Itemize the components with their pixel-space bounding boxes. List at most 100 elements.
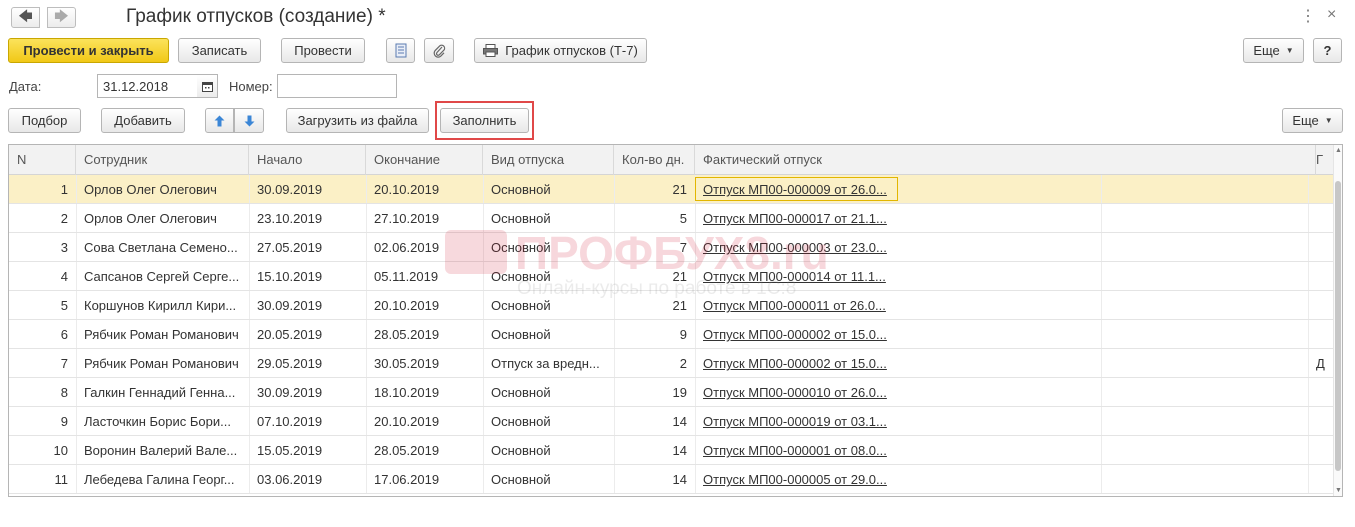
- forward-button[interactable]: 🡆: [47, 7, 76, 28]
- scroll-down-icon[interactable]: ▼: [1334, 487, 1342, 494]
- cell-employee: Сова Светлана Семено...: [84, 240, 238, 255]
- caret-down-icon: ▼: [1324, 116, 1333, 125]
- table-more-button[interactable]: Еще ▼: [1282, 108, 1343, 133]
- post-and-close-button[interactable]: Провести и закрыть: [8, 38, 169, 63]
- attachments-button[interactable]: [424, 38, 454, 63]
- table-row[interactable]: 5 Коршунов Кирилл Кири... 30.09.2019 20.10.…: [9, 291, 1334, 320]
- load-from-file-button[interactable]: Загрузить из файла: [286, 108, 429, 133]
- back-button[interactable]: 🡄: [11, 7, 40, 28]
- column-divider: [1101, 291, 1102, 319]
- cell-start: 20.05.2019: [257, 327, 323, 342]
- cell-start: 15.10.2019: [257, 269, 323, 284]
- vacation-schedule-table[interactable]: N Сотрудник Начало Окончание Вид отпуска…: [8, 144, 1343, 497]
- cell-days: 7: [679, 240, 687, 255]
- calendar-button[interactable]: [197, 74, 218, 98]
- scroll-up-icon[interactable]: ▲: [1334, 147, 1342, 154]
- table-row[interactable]: 10 Воронин Валерий Вале... 15.05.2019 28.05…: [9, 436, 1334, 465]
- column-header-extra[interactable]: Г: [1308, 145, 1334, 175]
- more-menu-icon[interactable]: ⋮: [1300, 6, 1316, 26]
- print-t7-label: График отпусков (Т-7): [505, 43, 638, 58]
- cell-actual-vacation[interactable]: Отпуск МП00-000014 от 11.1...: [695, 262, 898, 290]
- cell-vacation-type: Основной: [491, 472, 551, 487]
- cell-employee: Орлов Олег Олегович: [84, 182, 217, 197]
- cell-vacation-type: Отпуск за вредн...: [491, 356, 600, 371]
- table-row[interactable]: 8 Галкин Геннадий Генна... 30.09.2019 18.10…: [9, 378, 1334, 407]
- cell-end: 18.10.2019: [374, 385, 440, 400]
- help-button[interactable]: ?: [1313, 38, 1342, 63]
- cell-actual-vacation[interactable]: Отпуск МП00-000002 от 15.0...: [695, 349, 898, 377]
- cell-start: 23.10.2019: [257, 211, 323, 226]
- column-divider: [1101, 262, 1102, 290]
- more-button[interactable]: Еще ▼: [1243, 38, 1304, 63]
- cell-days: 21: [672, 269, 687, 284]
- cell-extra: [1308, 262, 1334, 290]
- save-button[interactable]: Записать: [178, 38, 261, 63]
- cell-n: 2: [60, 211, 68, 226]
- table-row[interactable]: 11 Лебедева Галина Георг... 03.06.2019 17.0…: [9, 465, 1334, 494]
- arrow-right-icon: 🡆: [54, 7, 69, 24]
- date-input[interactable]: 31.12.2018: [97, 74, 198, 98]
- move-up-button[interactable]: [205, 108, 234, 133]
- cell-end: 30.05.2019: [374, 356, 440, 371]
- cell-extra: [1308, 407, 1334, 435]
- column-divider: [1101, 378, 1102, 406]
- fill-button[interactable]: Заполнить: [440, 108, 529, 133]
- cell-end: 28.05.2019: [374, 327, 440, 342]
- cell-actual-vacation[interactable]: Отпуск МП00-000009 от 26.0...: [695, 177, 898, 201]
- cell-actual-vacation[interactable]: Отпуск МП00-000010 от 26.0...: [695, 378, 898, 406]
- arrow-up-icon: [214, 115, 225, 126]
- add-row-button[interactable]: Добавить: [101, 108, 185, 133]
- table-row[interactable]: 1 Орлов Олег Олегович 30.09.2019 20.10.2019…: [9, 175, 1334, 204]
- document-list-icon: [395, 43, 406, 58]
- cell-vacation-type: Основной: [491, 385, 551, 400]
- cell-actual-vacation[interactable]: Отпуск МП00-000017 от 21.1...: [695, 204, 898, 232]
- cell-actual-vacation[interactable]: Отпуск МП00-000011 от 26.0...: [695, 291, 898, 319]
- arrow-left-icon: 🡄: [18, 7, 33, 24]
- cell-vacation-type: Основной: [491, 327, 551, 342]
- print-t7-button[interactable]: График отпусков (Т-7): [474, 38, 647, 63]
- cell-vacation-type: Основной: [491, 211, 551, 226]
- cell-actual-vacation[interactable]: Отпуск МП00-000002 от 15.0...: [695, 320, 898, 348]
- document-journal-button[interactable]: [386, 38, 415, 63]
- cell-days: 2: [679, 356, 687, 371]
- scroll-thumb[interactable]: [1335, 181, 1341, 471]
- cell-employee: Рябчик Роман Романович: [84, 327, 239, 342]
- vertical-scrollbar[interactable]: ▲ ▼: [1333, 145, 1342, 496]
- cell-end: 20.10.2019: [374, 182, 440, 197]
- table-row[interactable]: 3 Сова Светлана Семено... 27.05.2019 02.06.…: [9, 233, 1334, 262]
- close-icon[interactable]: ×: [1327, 6, 1336, 24]
- cell-start: 30.09.2019: [257, 298, 323, 313]
- column-header-vacation-type[interactable]: Вид отпуска: [483, 145, 614, 175]
- calendar-icon: [201, 81, 213, 92]
- cell-actual-vacation[interactable]: Отпуск МП00-000019 от 03.1...: [695, 407, 898, 435]
- cell-extra: [1308, 204, 1334, 232]
- column-header-employee[interactable]: Сотрудник: [76, 145, 249, 175]
- cell-employee: Ласточкин Борис Бори...: [84, 414, 231, 429]
- cell-end: 05.11.2019: [374, 269, 439, 284]
- column-header-end[interactable]: Окончание: [366, 145, 483, 175]
- cell-end: 20.10.2019: [374, 298, 440, 313]
- column-header-start[interactable]: Начало: [249, 145, 366, 175]
- cell-actual-vacation[interactable]: Отпуск МП00-000003 от 23.0...: [695, 233, 898, 261]
- select-button[interactable]: Подбор: [8, 108, 81, 133]
- cell-end: 20.10.2019: [374, 414, 440, 429]
- cell-actual-vacation[interactable]: Отпуск МП00-000001 от 08.0...: [695, 436, 898, 464]
- table-row[interactable]: 4 Сапсанов Сергей Серге... 15.10.2019 05.11…: [9, 262, 1334, 291]
- table-row[interactable]: 9 Ласточкин Борис Бори... 07.10.2019 20.10.…: [9, 407, 1334, 436]
- cell-extra: Д: [1316, 356, 1325, 371]
- column-header-days[interactable]: Кол-во дн.: [614, 145, 695, 175]
- column-header-n[interactable]: N: [9, 145, 76, 175]
- column-divider: [1101, 175, 1102, 203]
- cell-end: 27.10.2019: [374, 211, 440, 226]
- move-down-button[interactable]: [234, 108, 264, 133]
- table-row[interactable]: 7 Рябчик Роман Романович 29.05.2019 30.05.2…: [9, 349, 1334, 378]
- cell-days: 21: [672, 182, 687, 197]
- column-divider: [1101, 320, 1102, 348]
- table-row[interactable]: 2 Орлов Олег Олегович 23.10.2019 27.10.2019…: [9, 204, 1334, 233]
- cell-actual-vacation[interactable]: Отпуск МП00-000005 от 29.0...: [695, 465, 898, 493]
- table-row[interactable]: 6 Рябчик Роман Романович 20.05.2019 28.05.2…: [9, 320, 1334, 349]
- number-input[interactable]: [277, 74, 397, 98]
- column-header-actual-vacation[interactable]: Фактический отпуск: [695, 145, 1316, 175]
- column-divider: [1101, 407, 1102, 435]
- post-button[interactable]: Провести: [281, 38, 365, 63]
